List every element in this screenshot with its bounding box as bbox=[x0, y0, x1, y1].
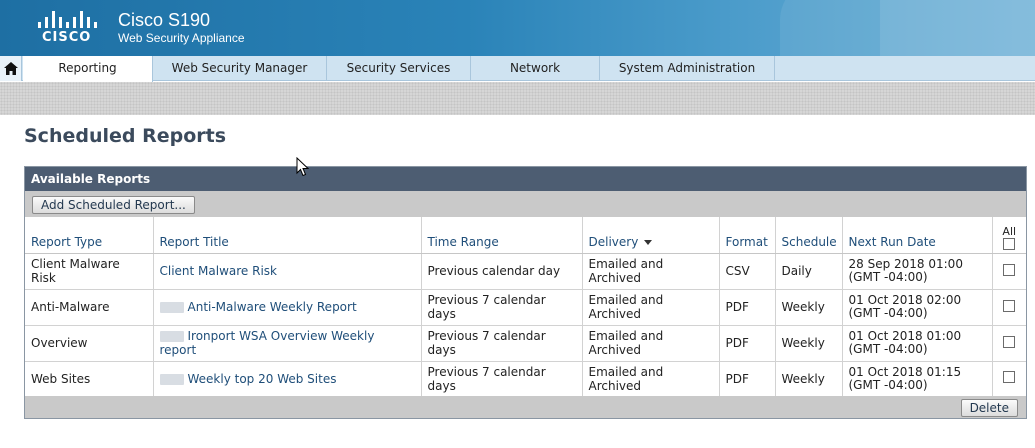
next-run-cell: 01 Oct 2018 02:00 (GMT -04:00) bbox=[842, 289, 993, 326]
report-type-cell: Overview bbox=[25, 325, 154, 362]
delivery-header-label: Delivery bbox=[588, 234, 639, 249]
column-header-format[interactable]: Format bbox=[719, 217, 776, 254]
logo-text: CISCO bbox=[42, 30, 92, 45]
delivery-cell: Emailed and Archived bbox=[582, 253, 720, 290]
format-cell: CSV bbox=[719, 253, 776, 290]
column-header-delivery[interactable]: Delivery bbox=[582, 217, 720, 254]
next-run-timezone: (GMT -04:00) bbox=[848, 270, 928, 284]
row-checkbox[interactable] bbox=[1003, 335, 1016, 348]
column-header-all: All bbox=[992, 217, 1026, 254]
column-header-report-title[interactable]: Report Title bbox=[153, 217, 422, 254]
row-checkbox[interactable] bbox=[1003, 371, 1016, 383]
tab-security-services[interactable]: Security Services bbox=[327, 56, 471, 81]
report-title-link[interactable]: Ironport WSA Overview Weekly report bbox=[160, 329, 375, 357]
home-icon bbox=[4, 62, 18, 75]
delivery-cell: Emailed and Archived bbox=[582, 289, 720, 326]
tab-web-security-manager[interactable]: Web Security Manager bbox=[153, 56, 327, 81]
cisco-bars-icon bbox=[36, 10, 100, 28]
select-all-label: All bbox=[1002, 224, 1017, 238]
redacted-image bbox=[159, 331, 184, 342]
report-title-link[interactable]: Client Malware Risk bbox=[160, 264, 278, 278]
banner-decoration bbox=[880, 0, 1035, 56]
column-header-report-type[interactable]: Report Type bbox=[25, 217, 154, 254]
add-scheduled-report-button[interactable]: Add Scheduled Report... bbox=[32, 196, 195, 214]
time-range-cell: Previous 7 calendar days bbox=[421, 361, 583, 397]
page-title: Scheduled Reports bbox=[24, 125, 227, 147]
select-all-checkbox[interactable] bbox=[1003, 237, 1016, 250]
table-row: Anti-Malware Anti-Malware Weekly Report … bbox=[25, 289, 1026, 326]
next-run-date: 01 Oct 2018 01:15 bbox=[848, 364, 962, 379]
delivery-cell: Emailed and Archived bbox=[582, 361, 720, 397]
column-header-time-range[interactable]: Time Range bbox=[421, 217, 583, 254]
reports-table: Report Type Report Title Time Range Deli… bbox=[25, 217, 1026, 397]
next-run-cell: 01 Oct 2018 01:00 (GMT -04:00) bbox=[842, 325, 993, 362]
report-title-link[interactable]: Weekly top 20 Web Sites bbox=[188, 372, 337, 386]
select-cell bbox=[992, 325, 1026, 362]
format-cell: PDF bbox=[719, 361, 776, 397]
delete-button[interactable]: Delete bbox=[960, 399, 1018, 417]
schedule-cell: Weekly bbox=[775, 325, 843, 362]
schedule-cell: Weekly bbox=[775, 289, 843, 326]
select-cell bbox=[992, 361, 1026, 397]
tab-network[interactable]: Network bbox=[471, 56, 600, 81]
delivery-cell: Emailed and Archived bbox=[582, 325, 720, 362]
next-run-date: 01 Oct 2018 02:00 bbox=[848, 293, 962, 307]
select-cell bbox=[992, 253, 1026, 290]
report-type-cell: Anti-Malware bbox=[25, 289, 154, 326]
available-reports-panel: Available Reports Add Scheduled Report..… bbox=[24, 166, 1027, 419]
report-type-cell: Web Sites bbox=[25, 361, 154, 397]
report-type-cell: Client Malware Risk bbox=[25, 253, 154, 290]
row-checkbox[interactable] bbox=[1003, 263, 1016, 276]
schedule-cell: Weekly bbox=[775, 361, 843, 397]
product-subtitle: Web Security Appliance bbox=[118, 31, 245, 45]
panel-toolbar: Add Scheduled Report... bbox=[25, 191, 1026, 217]
schedule-cell: Daily bbox=[775, 253, 843, 290]
table-row: Overview Ironport WSA Overview Weekly re… bbox=[25, 325, 1026, 362]
report-title-link[interactable]: Anti-Malware Weekly Report bbox=[188, 300, 357, 314]
report-title-cell: Client Malware Risk bbox=[153, 253, 422, 290]
next-run-timezone: (GMT -04:00) bbox=[848, 377, 928, 392]
panel-footer: Delete bbox=[25, 396, 1026, 418]
main-nav: Reporting Web Security Manager Security … bbox=[0, 56, 1035, 82]
report-title-cell: Ironport WSA Overview Weekly report bbox=[153, 325, 422, 362]
redacted-image bbox=[159, 302, 184, 313]
table-header-row: Report Type Report Title Time Range Deli… bbox=[25, 217, 1026, 254]
column-header-next-run-date[interactable]: Next Run Date bbox=[842, 217, 993, 254]
next-run-timezone: (GMT -04:00) bbox=[848, 306, 928, 320]
row-checkbox[interactable] bbox=[1003, 299, 1016, 312]
tab-reporting[interactable]: Reporting bbox=[23, 56, 153, 82]
next-run-cell: 28 Sep 2018 01:00 (GMT -04:00) bbox=[842, 253, 993, 290]
time-range-cell: Previous 7 calendar days bbox=[421, 325, 583, 362]
mouse-cursor-icon bbox=[296, 157, 309, 177]
select-cell bbox=[992, 289, 1026, 326]
panel-heading: Available Reports bbox=[25, 167, 1026, 191]
next-run-timezone: (GMT -04:00) bbox=[848, 342, 928, 356]
next-run-date: 28 Sep 2018 01:00 bbox=[848, 257, 963, 271]
time-range-cell: Previous 7 calendar days bbox=[421, 289, 583, 326]
redacted-image bbox=[159, 373, 184, 385]
sort-descending-icon bbox=[644, 239, 653, 245]
cisco-logo[interactable]: CISCO bbox=[34, 10, 104, 46]
report-title-cell: Anti-Malware Weekly Report bbox=[153, 289, 422, 326]
next-run-date: 01 Oct 2018 01:00 bbox=[848, 329, 962, 343]
product-name: Cisco S190 Web Security Appliance bbox=[118, 9, 245, 45]
next-run-cell: 01 Oct 2018 01:15 (GMT -04:00) bbox=[842, 361, 993, 397]
time-range-cell: Previous calendar day bbox=[421, 253, 583, 290]
tab-system-administration[interactable]: System Administration bbox=[600, 56, 775, 81]
sub-nav-bar bbox=[0, 82, 1035, 115]
report-title-cell: Weekly top 20 Web Sites bbox=[153, 361, 422, 397]
product-title: Cisco S190 bbox=[118, 10, 211, 30]
header-banner: CISCO Cisco S190 Web Security Appliance bbox=[0, 0, 1035, 56]
format-cell: PDF bbox=[719, 289, 776, 326]
table-row: Web Sites Weekly top 20 Web Sites Previo… bbox=[25, 361, 1026, 397]
table-row: Client Malware Risk Client Malware Risk … bbox=[25, 253, 1026, 290]
format-cell: PDF bbox=[719, 325, 776, 362]
home-button[interactable] bbox=[0, 56, 22, 81]
column-header-schedule[interactable]: Schedule bbox=[775, 217, 843, 254]
